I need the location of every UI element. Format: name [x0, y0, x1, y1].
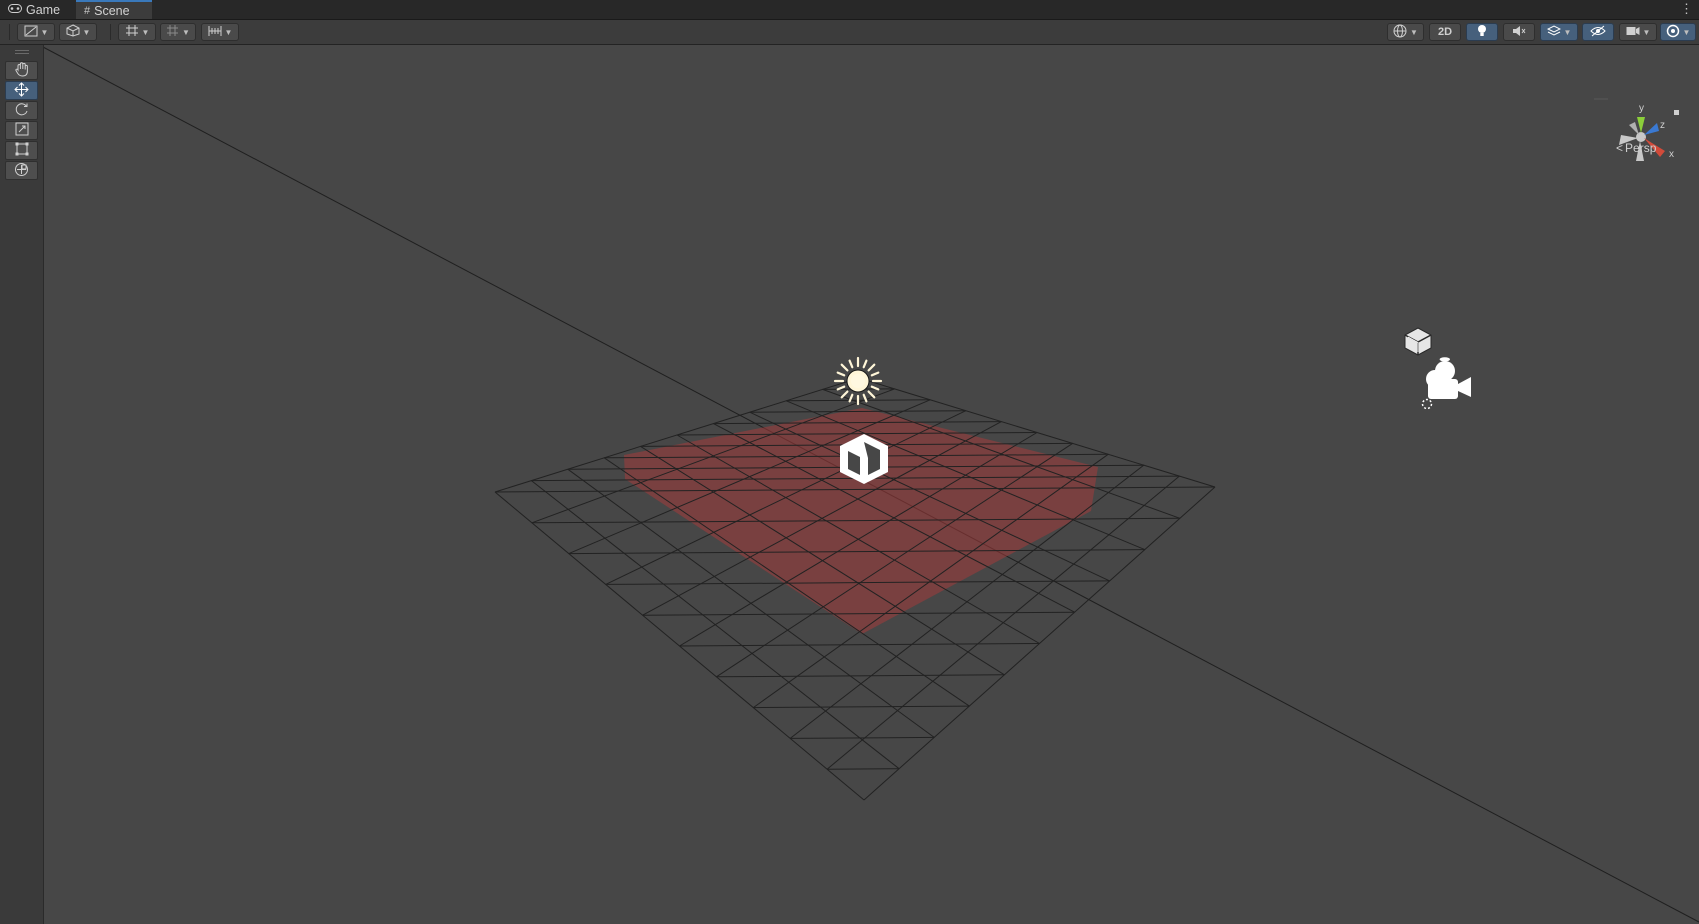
axis-z-label: z: [1660, 120, 1665, 131]
tab-scene[interactable]: # Scene: [76, 0, 152, 19]
tab-scene-label: Scene: [94, 3, 130, 18]
axis-neg-z-cone[interactable]: [1629, 122, 1639, 135]
gizmos-toggle-button[interactable]: ▼: [1660, 23, 1696, 41]
cube-outline-icon: [66, 24, 80, 40]
rotate-icon: [15, 102, 29, 119]
chevron-down-icon: ▼: [182, 27, 190, 37]
toggle-2d-button[interactable]: 2D: [1429, 23, 1461, 41]
chevron-down-icon: ▼: [1682, 27, 1691, 37]
rect-tool[interactable]: [5, 141, 38, 160]
scene-toolbar: ▼ ▼ ▼ ▼ ▼ ▼ 2D ▼ ▼ ▼: [0, 20, 1699, 45]
drag-handle[interactable]: [15, 50, 29, 51]
scale-tool[interactable]: [5, 121, 38, 140]
camera-icon: [1626, 26, 1640, 39]
chevron-down-icon: ▼: [141, 27, 150, 37]
layers-effects-icon: [1546, 24, 1561, 40]
chevron-down-icon: ▼: [224, 27, 233, 37]
chevron-down-icon: ▼: [1410, 27, 1418, 37]
render-mode-button[interactable]: ▼: [59, 23, 97, 41]
axis-z-cone[interactable]: [1644, 123, 1659, 135]
increment-snap-button[interactable]: ▼: [160, 23, 196, 41]
mesh-edge: [679, 643, 1040, 647]
grid-snap-button[interactable]: ▼: [118, 23, 156, 41]
perspective-icon: <: [1616, 141, 1624, 155]
eye-hidden-icon: [1590, 25, 1606, 40]
hand-tool[interactable]: [5, 61, 38, 80]
camera-gizmo-icon[interactable]: [1421, 357, 1472, 410]
scene-viewport[interactable]: y z x: [0, 45, 1699, 924]
chevron-down-icon: ▼: [1563, 27, 1572, 37]
gizmos-icon: [1666, 24, 1680, 41]
tool-strip: [0, 45, 44, 924]
ruler-icon: [208, 25, 222, 40]
transform-tool[interactable]: [5, 161, 38, 180]
shaded-draw-icon: [24, 25, 38, 40]
lock-icon[interactable]: [1674, 110, 1679, 115]
mesh-edge: [716, 674, 1005, 678]
lightbulb-icon: [1477, 24, 1487, 41]
toolbar-divider: [110, 24, 111, 40]
chevron-down-icon: ▼: [1642, 27, 1651, 37]
camera-settings-button[interactable]: ▼: [1619, 23, 1657, 41]
grid-snap-icon: [125, 24, 139, 40]
toolbar-divider: [9, 24, 10, 40]
rotate-tool[interactable]: [5, 101, 38, 120]
chevron-down-icon: ▼: [82, 27, 91, 37]
sun-light-icon[interactable]: [833, 356, 883, 406]
chevron-down-icon: ▼: [40, 27, 49, 37]
scale-icon: [15, 122, 29, 139]
global-view-button[interactable]: ▼: [1387, 23, 1424, 41]
draw-mode-button[interactable]: ▼: [17, 23, 55, 41]
tab-game[interactable]: Game: [0, 0, 70, 19]
mesh-edge: [753, 705, 970, 709]
axis-x-label: x: [1669, 149, 1674, 160]
move-tool[interactable]: [5, 81, 38, 100]
effects-toggle-button[interactable]: ▼: [1540, 23, 1578, 41]
projection-label: Persp: [1625, 141, 1657, 155]
cube-gizmo-icon[interactable]: [1404, 327, 1432, 356]
mesh-edge: [790, 736, 935, 739]
hidden-objects-toggle-button[interactable]: [1582, 23, 1614, 41]
ruler-button[interactable]: ▼: [201, 23, 239, 41]
globe-icon: [1393, 24, 1407, 41]
transform-icon: [14, 162, 29, 180]
tab-game-label: Game: [26, 2, 61, 17]
axis-y-label: y: [1639, 103, 1644, 114]
speaker-muted-icon: [1512, 25, 1526, 40]
increment-snap-icon: [166, 24, 179, 40]
axis-y-cone[interactable]: [1637, 117, 1645, 133]
tab-bar: Game # Scene ⋮: [0, 0, 1699, 20]
hand-icon: [14, 61, 29, 80]
projection-toggle[interactable]: < Persp: [1616, 141, 1656, 155]
toggle-2d-label: 2D: [1437, 26, 1453, 38]
lighting-toggle-button[interactable]: [1466, 23, 1498, 41]
kebab-menu-icon[interactable]: ⋮: [1680, 2, 1693, 16]
rect-transform-icon: [15, 142, 29, 159]
gamepad-icon: [8, 3, 22, 16]
audio-toggle-button[interactable]: [1503, 23, 1535, 41]
move-arrows-icon: [14, 81, 29, 100]
mesh-edge: [827, 768, 900, 770]
grid-hash-icon: #: [84, 4, 91, 17]
scene-canvas[interactable]: y z x: [0, 45, 1699, 924]
